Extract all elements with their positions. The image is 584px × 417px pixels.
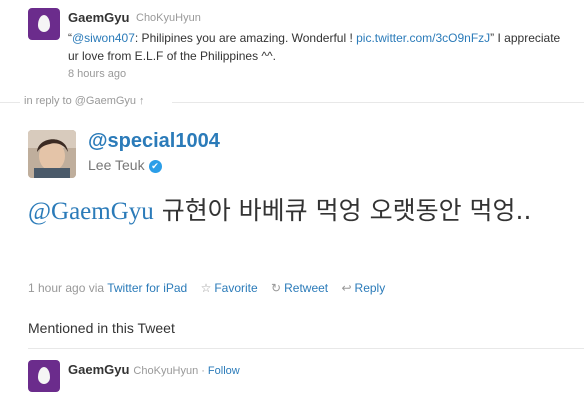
mentioned-user-line: GaemGyu ChoKyuHyun · Follow — [68, 362, 240, 377]
tweet-text-part: : Philipines you are amazing. Wonderful … — [134, 31, 357, 45]
arrow-up-icon: ↑ — [139, 95, 145, 107]
reply-label: Reply — [354, 281, 386, 295]
tweet-author-name[interactable]: GaemGyu — [68, 10, 129, 25]
retweet-label: Retweet — [284, 281, 329, 295]
divider — [172, 102, 584, 103]
tweet-meta: 1 hour ago via Twitter for iPad ☆ Favorit… — [28, 281, 385, 295]
verified-badge-icon: ✔ — [148, 159, 162, 173]
favorite-label: Favorite — [214, 281, 258, 295]
in-reply-to-label[interactable]: in reply to @GaemGyu — [24, 95, 136, 107]
divider — [0, 102, 20, 103]
follow-button[interactable]: Follow — [208, 365, 240, 377]
avatar-egg-icon[interactable] — [28, 360, 60, 392]
divider — [28, 348, 584, 349]
reply-icon: ↩ — [341, 281, 352, 295]
retweet-button[interactable]: ↻ Retweet — [271, 281, 328, 295]
focused-tweet: @special1004 Lee Teuk ✔ @GaemGyu 규현아 바베큐 … — [0, 118, 584, 308]
tweet-text: @GaemGyu 규현아 바베큐 먹엉 오랫동안 먹엉.. — [28, 194, 568, 229]
tweet-text: “@siwon407: Philipines you are amazing. … — [68, 29, 568, 65]
separator-dot: · — [201, 365, 205, 377]
avatar-egg-icon[interactable] — [28, 8, 60, 40]
tweet-author-screen-name[interactable]: @special1004 — [88, 130, 220, 153]
avatar[interactable] — [28, 130, 76, 178]
avatar-photo-icon — [28, 130, 76, 178]
retweet-icon: ↻ — [271, 281, 282, 295]
parent-tweet: GaemGyu ChoKyuHyun “@siwon407: Philipine… — [0, 0, 584, 90]
tweet-timestamp[interactable]: 1 hour ago — [28, 281, 85, 295]
mention-link[interactable]: @siwon407 — [72, 31, 135, 45]
media-link[interactable]: pic.twitter.com/3cO9nFzJ — [356, 31, 490, 45]
mention-link[interactable]: @GaemGyu — [28, 198, 154, 225]
tweet-timestamp[interactable]: 8 hours ago — [68, 68, 126, 80]
tweet-author-screen-name[interactable]: ChoKyuHyun — [136, 12, 201, 24]
tweet-text-body: 규현아 바베큐 먹엉 오랫동안 먹엉.. — [153, 196, 532, 225]
favorite-button[interactable]: ☆ Favorite — [201, 281, 258, 295]
mentioned-user-screen-name[interactable]: ChoKyuHyun — [133, 365, 198, 377]
reply-button[interactable]: ↩ Reply — [341, 281, 385, 295]
mentioned-user: GaemGyu ChoKyuHyun · Follow — [0, 352, 584, 412]
via-label: via — [88, 281, 105, 295]
author-name-label[interactable]: Lee Teuk — [88, 157, 145, 173]
mentioned-heading: Mentioned in this Tweet — [28, 320, 175, 336]
source-link[interactable]: Twitter for iPad — [107, 281, 187, 295]
star-icon: ☆ — [200, 281, 212, 295]
mentioned-user-name[interactable]: GaemGyu — [68, 362, 129, 377]
tweet-author-name[interactable]: Lee Teuk ✔ — [88, 157, 162, 173]
in-reply-to-bar: in reply to @GaemGyu ↑ — [0, 95, 584, 109]
in-reply-to-link[interactable]: in reply to @GaemGyu ↑ — [24, 95, 145, 107]
